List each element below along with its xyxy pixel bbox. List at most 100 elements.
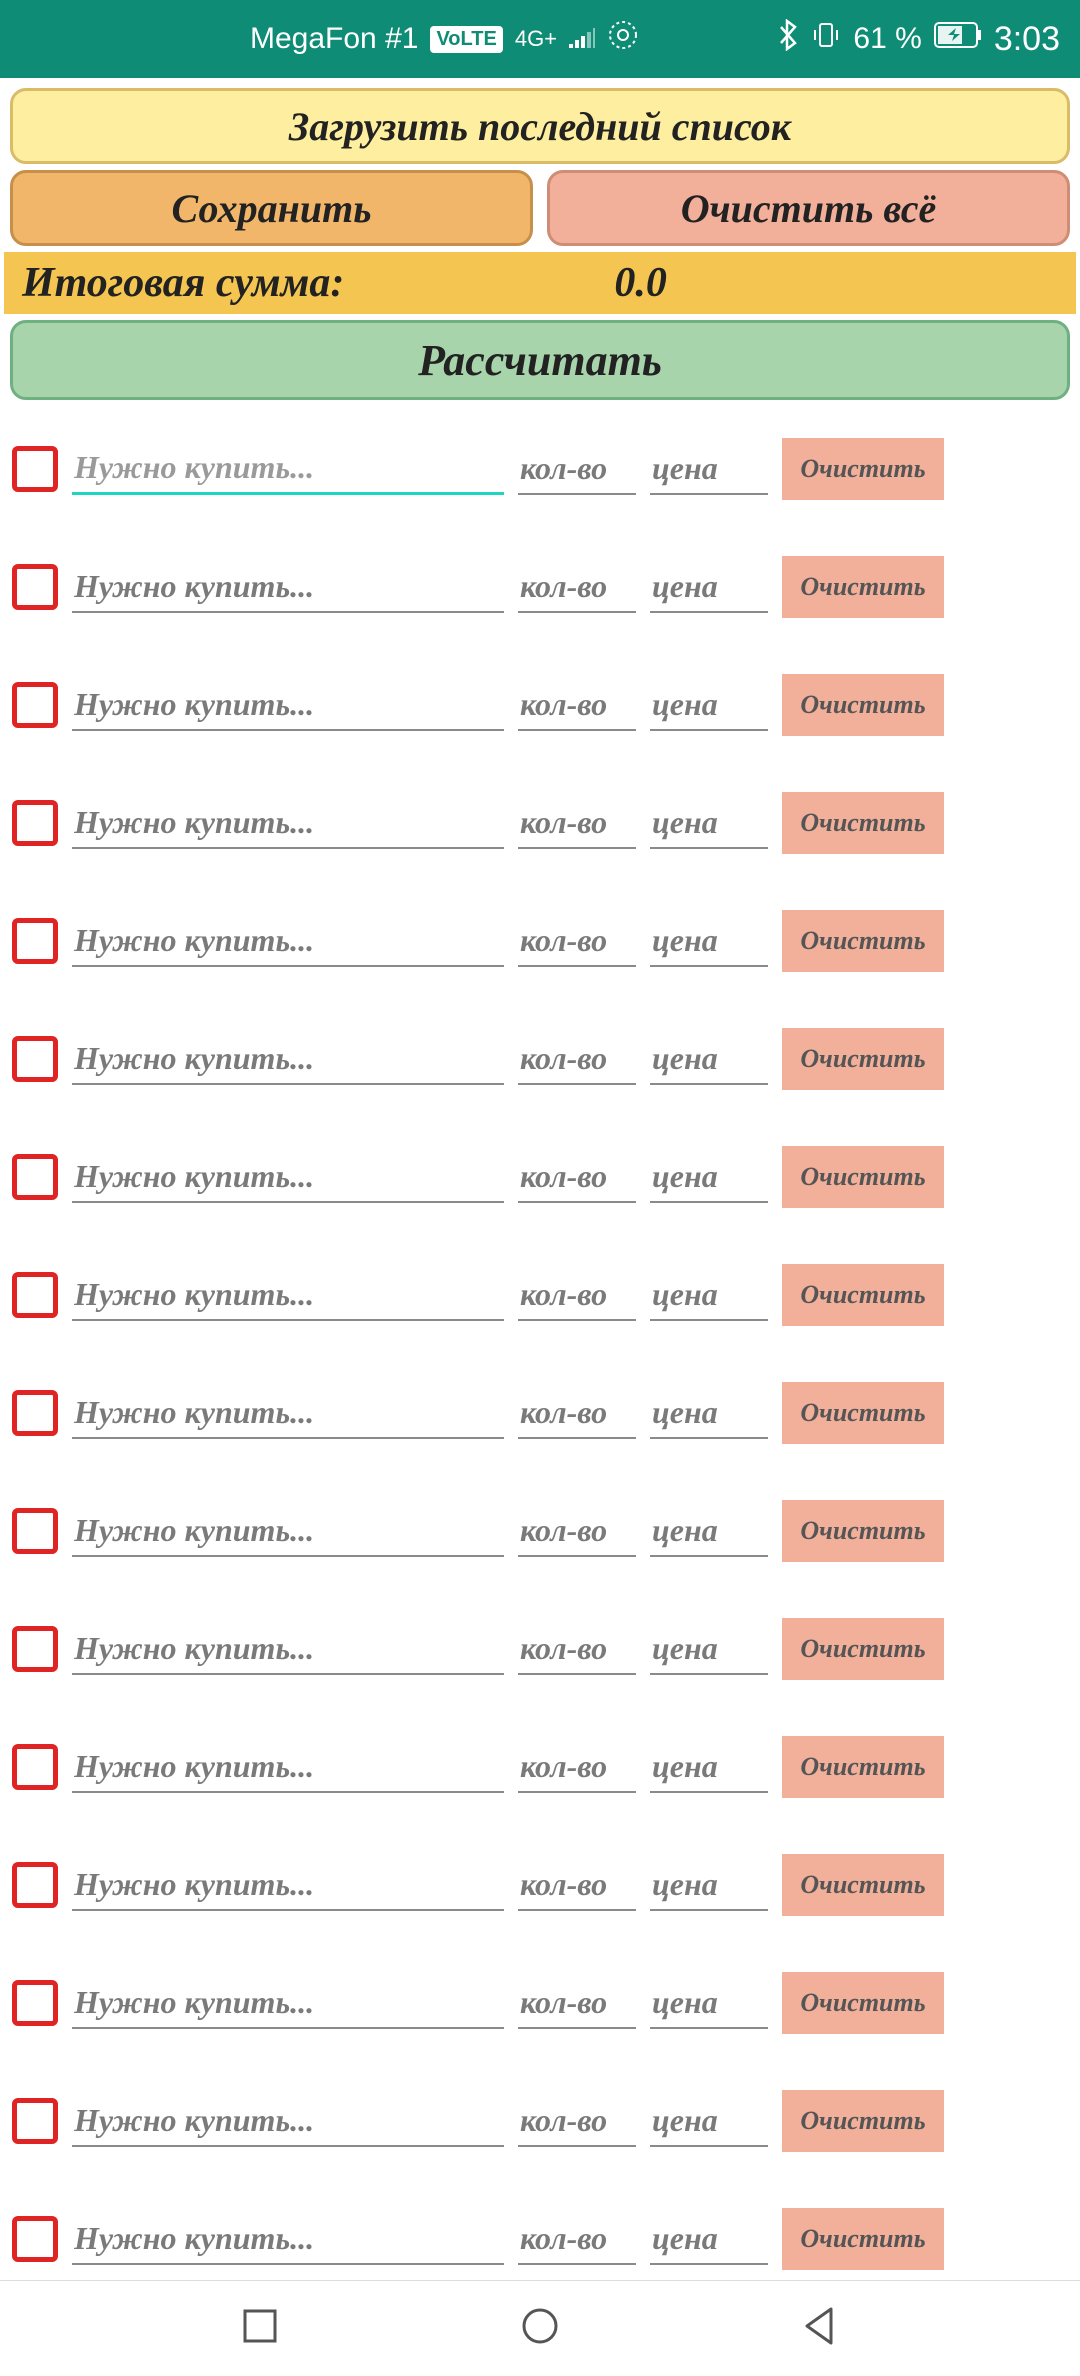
row-clear-button[interactable]: Очистить xyxy=(782,1618,944,1680)
item-price-input[interactable] xyxy=(650,1742,768,1793)
list-row: Очистить xyxy=(12,1000,1068,1118)
row-checkbox[interactable] xyxy=(12,1744,58,1790)
item-price-input[interactable] xyxy=(650,1034,768,1085)
item-qty-input[interactable] xyxy=(518,1152,636,1203)
list-row: Очистить xyxy=(12,764,1068,882)
row-checkbox[interactable] xyxy=(12,1390,58,1436)
row-clear-button[interactable]: Очистить xyxy=(782,1028,944,1090)
item-qty-input[interactable] xyxy=(518,2214,636,2265)
item-qty-input[interactable] xyxy=(518,562,636,613)
row-clear-button[interactable]: Очистить xyxy=(782,1382,944,1444)
item-name-input[interactable] xyxy=(72,2096,504,2147)
row-clear-button[interactable]: Очистить xyxy=(782,438,944,500)
nav-recent-icon[interactable] xyxy=(239,2305,281,2352)
row-clear-button[interactable]: Очистить xyxy=(782,2090,944,2152)
item-qty-input[interactable] xyxy=(518,680,636,731)
settings-gear-icon xyxy=(607,19,639,59)
row-clear-button[interactable]: Очистить xyxy=(782,1500,944,1562)
item-name-input[interactable] xyxy=(72,798,504,849)
row-checkbox[interactable] xyxy=(12,564,58,610)
item-price-input[interactable] xyxy=(650,1624,768,1675)
list-row: Очистить xyxy=(12,1826,1068,1944)
row-clear-button[interactable]: Очистить xyxy=(782,1264,944,1326)
save-label: Сохранить xyxy=(172,185,372,232)
row-clear-button[interactable]: Очистить xyxy=(782,556,944,618)
item-name-input[interactable] xyxy=(72,562,504,613)
item-price-input[interactable] xyxy=(650,1152,768,1203)
row-clear-button[interactable]: Очистить xyxy=(782,1146,944,1208)
row-checkbox[interactable] xyxy=(12,1862,58,1908)
item-qty-input[interactable] xyxy=(518,1624,636,1675)
save-button[interactable]: Сохранить xyxy=(10,170,533,246)
total-value: 0.0 xyxy=(614,259,667,307)
row-checkbox[interactable] xyxy=(12,1626,58,1672)
android-nav-bar xyxy=(0,2280,1080,2376)
item-name-input[interactable] xyxy=(72,1978,504,2029)
item-qty-input[interactable] xyxy=(518,1270,636,1321)
row-checkbox[interactable] xyxy=(12,2216,58,2262)
row-clear-button[interactable]: Очистить xyxy=(782,792,944,854)
item-price-input[interactable] xyxy=(650,1506,768,1557)
item-price-input[interactable] xyxy=(650,1978,768,2029)
bluetooth-icon xyxy=(777,19,799,59)
clear-all-button[interactable]: Очистить всё xyxy=(547,170,1070,246)
item-qty-input[interactable] xyxy=(518,444,636,495)
item-name-input[interactable] xyxy=(72,916,504,967)
row-checkbox[interactable] xyxy=(12,1508,58,1554)
item-name-input[interactable] xyxy=(72,1624,504,1675)
item-price-input[interactable] xyxy=(650,562,768,613)
item-price-input[interactable] xyxy=(650,2096,768,2147)
list-row: Очистить xyxy=(12,1708,1068,1826)
nav-home-icon[interactable] xyxy=(519,2305,561,2352)
item-name-input[interactable] xyxy=(72,1506,504,1557)
item-price-input[interactable] xyxy=(650,916,768,967)
total-label: Итоговая сумма: xyxy=(22,259,344,307)
row-checkbox[interactable] xyxy=(12,446,58,492)
item-price-input[interactable] xyxy=(650,1388,768,1439)
row-checkbox[interactable] xyxy=(12,1036,58,1082)
row-clear-button[interactable]: Очистить xyxy=(782,674,944,736)
item-name-input[interactable] xyxy=(72,1270,504,1321)
item-name-input[interactable] xyxy=(72,1860,504,1911)
row-checkbox[interactable] xyxy=(12,1154,58,1200)
item-qty-input[interactable] xyxy=(518,1388,636,1439)
item-name-input[interactable] xyxy=(72,443,504,495)
item-price-input[interactable] xyxy=(650,444,768,495)
item-price-input[interactable] xyxy=(650,680,768,731)
list-row: Очистить xyxy=(12,1354,1068,1472)
item-qty-input[interactable] xyxy=(518,1742,636,1793)
calculate-button[interactable]: Рассчитать xyxy=(10,320,1070,400)
row-checkbox[interactable] xyxy=(12,1272,58,1318)
row-clear-button[interactable]: Очистить xyxy=(782,1972,944,2034)
item-price-input[interactable] xyxy=(650,798,768,849)
item-qty-input[interactable] xyxy=(518,916,636,967)
row-checkbox[interactable] xyxy=(12,918,58,964)
item-name-input[interactable] xyxy=(72,1742,504,1793)
row-checkbox[interactable] xyxy=(12,682,58,728)
row-clear-button[interactable]: Очистить xyxy=(782,1854,944,1916)
clear-all-label: Очистить всё xyxy=(681,185,937,232)
nav-back-icon[interactable] xyxy=(799,2305,841,2352)
item-name-input[interactable] xyxy=(72,680,504,731)
row-clear-button[interactable]: Очистить xyxy=(782,1736,944,1798)
row-checkbox[interactable] xyxy=(12,2098,58,2144)
load-last-list-button[interactable]: Загрузить последний список xyxy=(10,88,1070,164)
item-qty-input[interactable] xyxy=(518,1860,636,1911)
signal-icon xyxy=(569,22,595,56)
item-price-input[interactable] xyxy=(650,1270,768,1321)
item-price-input[interactable] xyxy=(650,2214,768,2265)
row-checkbox[interactable] xyxy=(12,800,58,846)
item-qty-input[interactable] xyxy=(518,2096,636,2147)
item-name-input[interactable] xyxy=(72,1388,504,1439)
item-qty-input[interactable] xyxy=(518,798,636,849)
item-qty-input[interactable] xyxy=(518,1506,636,1557)
row-clear-button[interactable]: Очистить xyxy=(782,910,944,972)
item-name-input[interactable] xyxy=(72,2214,504,2265)
item-qty-input[interactable] xyxy=(518,1034,636,1085)
item-price-input[interactable] xyxy=(650,1860,768,1911)
item-name-input[interactable] xyxy=(72,1152,504,1203)
item-qty-input[interactable] xyxy=(518,1978,636,2029)
row-checkbox[interactable] xyxy=(12,1980,58,2026)
item-name-input[interactable] xyxy=(72,1034,504,1085)
row-clear-button[interactable]: Очистить xyxy=(782,2208,944,2270)
